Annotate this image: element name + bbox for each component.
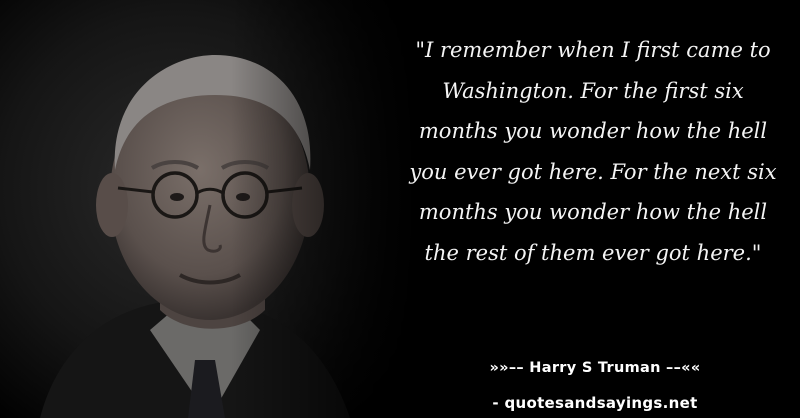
quote-author: »»–– Harry S Truman ––«« [489,360,701,376]
portrait-photo [0,0,420,418]
source-credit: - quotesandsayings.net [492,394,698,412]
quote-text: "I remember when I first came to Washing… [409,38,777,265]
